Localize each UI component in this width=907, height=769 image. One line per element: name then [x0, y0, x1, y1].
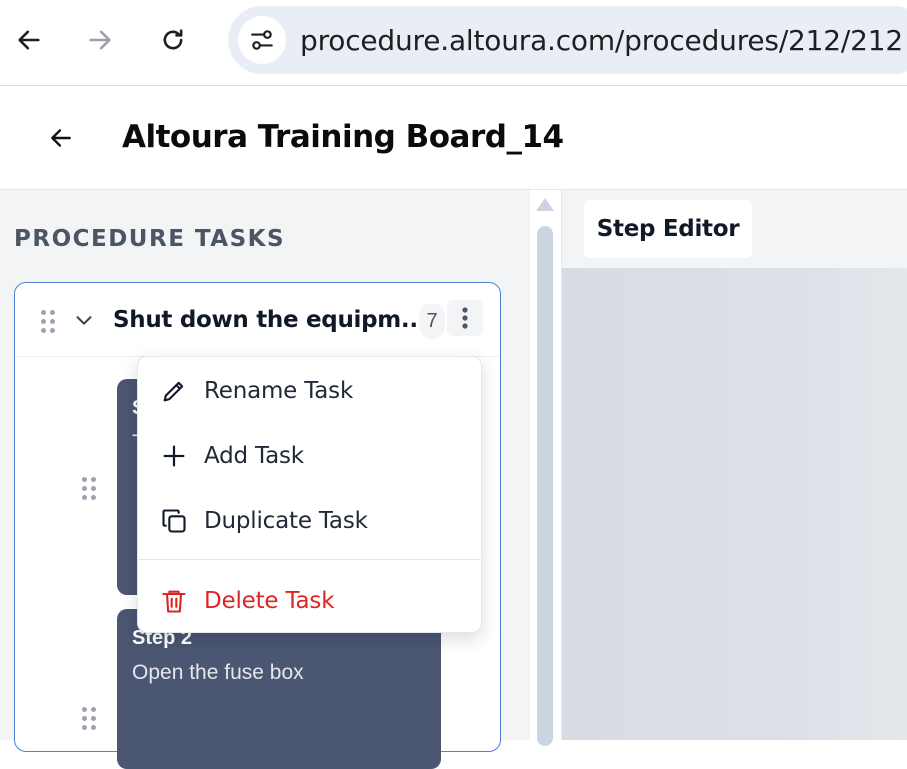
- menu-item-duplicate-task[interactable]: Duplicate Task: [138, 491, 481, 551]
- step-drag-handle-icon[interactable]: [82, 707, 96, 731]
- arrow-left-icon: [18, 30, 40, 50]
- arrow-left-icon: [51, 129, 71, 147]
- chevron-down-icon[interactable]: [73, 309, 95, 331]
- tab-step-editor[interactable]: Step Editor: [584, 200, 752, 258]
- task-options-button[interactable]: [447, 300, 483, 336]
- app-header: Altoura Training Board_14: [0, 87, 907, 190]
- pencil-icon: [163, 381, 184, 402]
- drag-handle-icon[interactable]: [41, 310, 55, 334]
- page-title: Altoura Training Board_14: [122, 119, 564, 155]
- task-context-menu: Rename Task Add Task Duplicate Task Dele…: [137, 356, 482, 633]
- menu-item-label: Delete Task: [204, 588, 335, 614]
- site-info-button[interactable]: [238, 16, 286, 64]
- arrow-right-icon: [89, 30, 111, 50]
- task-title: Shut down the equipm...: [113, 307, 427, 333]
- editor-area: Step Editor: [561, 190, 907, 740]
- trash-icon: [162, 590, 186, 613]
- scroll-up-arrow-icon[interactable]: [536, 198, 554, 211]
- menu-item-label: Duplicate Task: [204, 508, 368, 534]
- copy-icon: [162, 509, 186, 533]
- menu-item-add-task[interactable]: Add Task: [138, 426, 481, 486]
- tune-icon: [251, 30, 273, 50]
- menu-divider: [138, 559, 481, 560]
- browser-toolbar: procedure.altoura.com/procedures/212/212: [0, 0, 907, 86]
- reload-icon: [163, 29, 183, 50]
- panel-scrollbar[interactable]: [536, 198, 554, 746]
- menu-item-delete-task[interactable]: Delete Task: [138, 571, 481, 631]
- procedure-tasks-heading: PROCEDURE TASKS: [14, 226, 286, 252]
- step-description: Open the fuse box: [132, 661, 304, 684]
- more-vertical-icon: [462, 307, 468, 329]
- plus-icon: [163, 445, 185, 467]
- back-button[interactable]: [44, 121, 78, 155]
- browser-reload-button[interactable]: [155, 22, 191, 58]
- editor-canvas[interactable]: [562, 268, 907, 740]
- address-bar[interactable]: procedure.altoura.com/procedures/212/212: [228, 6, 907, 74]
- menu-item-rename-task[interactable]: Rename Task: [138, 361, 481, 421]
- menu-item-label: Add Task: [204, 443, 304, 469]
- task-header[interactable]: Shut down the equipm... 7: [15, 283, 500, 357]
- step-drag-handle-icon[interactable]: [82, 477, 96, 501]
- step-count-badge: 7: [419, 303, 445, 339]
- browser-back-button[interactable]: [11, 22, 47, 58]
- scrollbar-thumb[interactable]: [537, 226, 553, 746]
- menu-item-label: Rename Task: [204, 378, 354, 404]
- step-card[interactable]: Step 2 Open the fuse box: [117, 609, 441, 769]
- url-text[interactable]: procedure.altoura.com/procedures/212/212: [300, 24, 903, 57]
- browser-forward-button[interactable]: [82, 22, 118, 58]
